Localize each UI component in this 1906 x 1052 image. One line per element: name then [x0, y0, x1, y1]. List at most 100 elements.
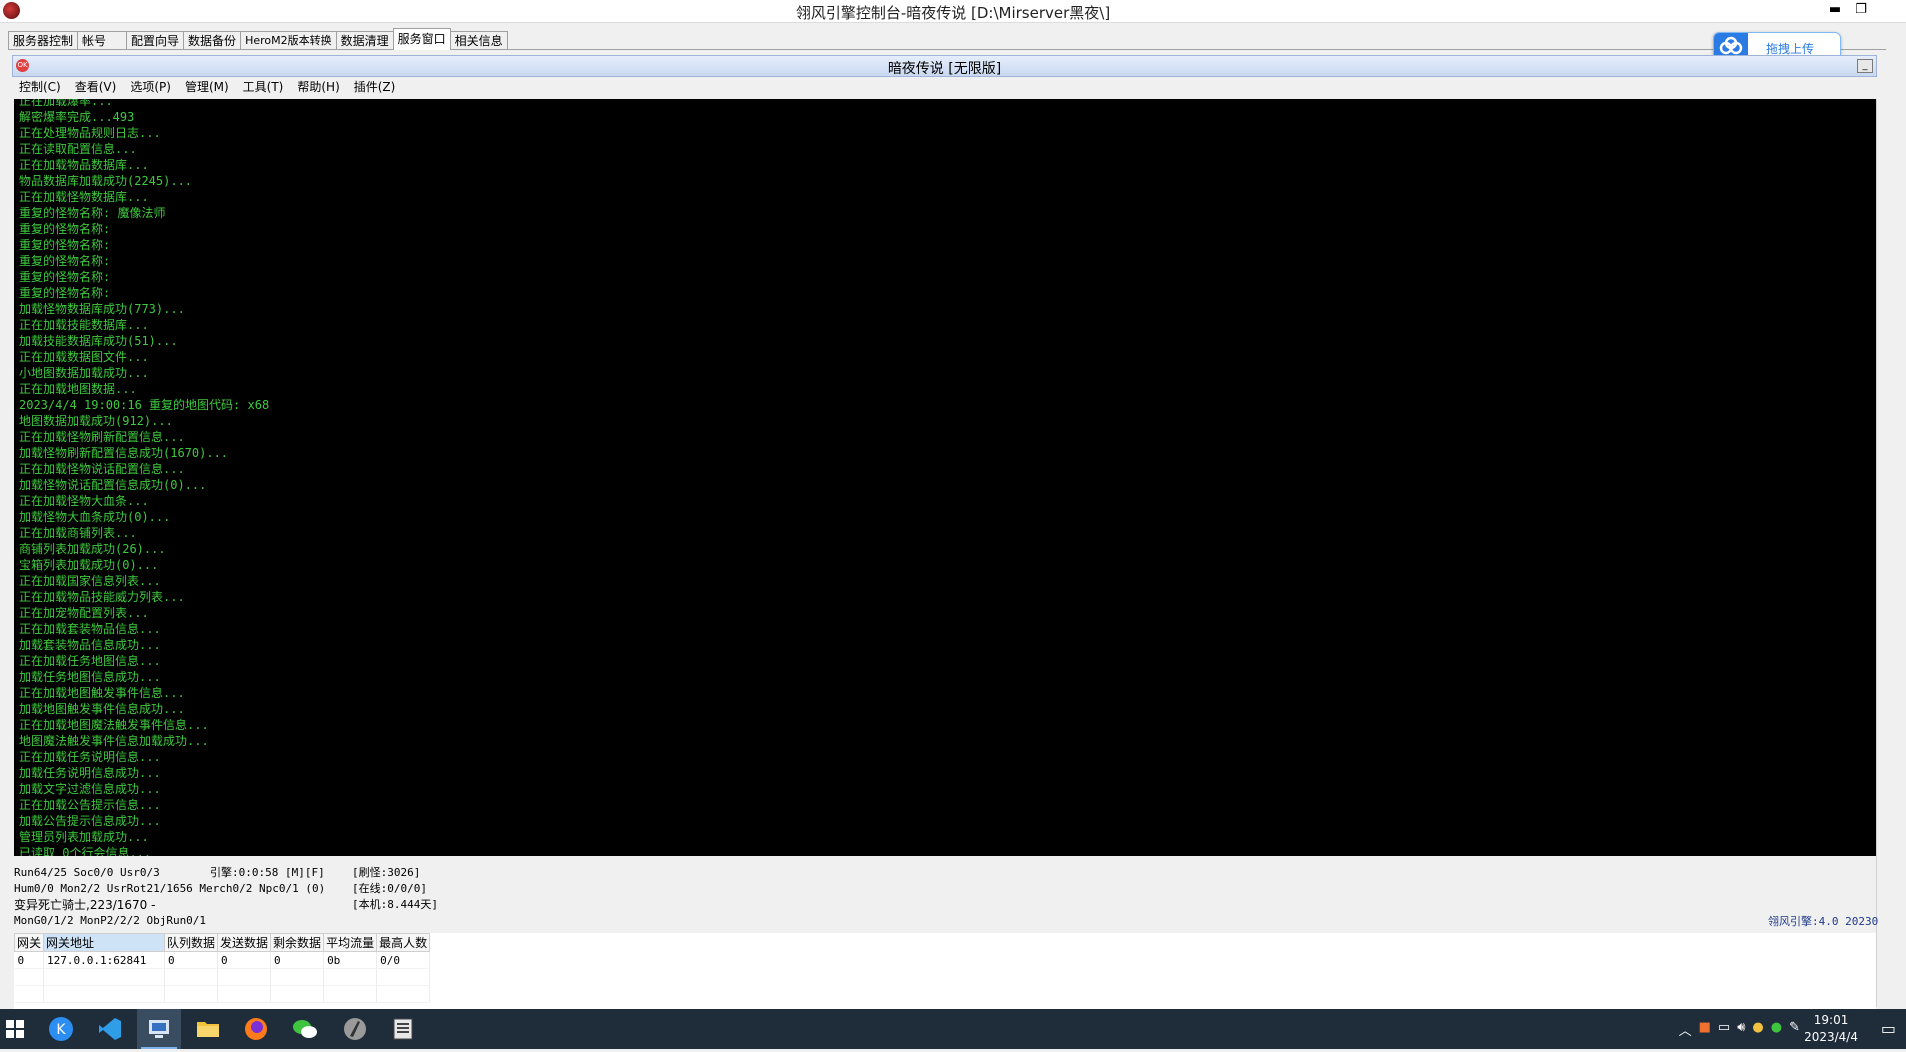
col-max-users[interactable]: 最高人数 [376, 933, 431, 952]
main-tabs: 服务器控制 帐号 配置向导 数据备份 HeroM2版本转换 数据清理 服务窗口 … [8, 28, 508, 50]
console-line: 加载怪物刷新配置信息成功(1670)... [19, 446, 229, 460]
status-mong: MonG0/1/2 MonP2/2/2 ObjRun0/1 [14, 914, 207, 927]
console-line: 正在加载爆率... [19, 99, 113, 108]
console-line: 地图数据加载成功(912)... [19, 414, 173, 428]
console-log[interactable]: 正在加载爆率... 解密爆率完成...493 正在处理物品规则日志... 正在读取配置… [14, 99, 1876, 856]
tray-app-icon[interactable]: ■ [1699, 1020, 1711, 1039]
col-avg-traffic[interactable]: 平均流量 [323, 933, 378, 952]
console-line: 正在加载国家信息列表... [19, 574, 161, 588]
console-line: 重复的怪物名称: [19, 254, 111, 268]
tray-wechat-icon[interactable]: ● [1771, 1020, 1782, 1039]
col-gateway-address[interactable]: 网关地址 [43, 933, 166, 952]
engine-console-icon[interactable] [137, 1009, 181, 1049]
status-online: [在线:0/0/0] [352, 882, 427, 895]
table-row-empty [14, 985, 431, 1003]
cell-remaining: 0 [270, 951, 325, 969]
table-row[interactable]: 0 127.0.0.1:62841 0 0 0 0b 0/0 [14, 951, 431, 969]
app-icon[interactable] [340, 1014, 370, 1044]
volume-icon[interactable]: 🔊︎ [1737, 1020, 1745, 1039]
status-engine: 引擎:0:0:58 [M][F] [210, 866, 325, 879]
notification-icon[interactable]: ▭ [1881, 1019, 1896, 1038]
console-line: 重复的怪物名称: [19, 270, 111, 284]
tab-herom2-convert[interactable]: HeroM2版本转换 [240, 31, 337, 50]
console-line: 管理员列表加载成功... [19, 830, 149, 844]
gateway-table[interactable]: 网关 网关地址 队列数据 发送数据 剩余数据 平均流量 最高人数 0 127.0… [13, 933, 431, 1003]
clock-time: 19:01 [1813, 1013, 1849, 1027]
console-line: 重复的怪物名称: [19, 238, 111, 252]
console-line: 正在加载公告提示信息... [19, 798, 161, 812]
inner-window-titlebar: OK 暗夜传说 [无限版] _ [12, 55, 1877, 77]
console-line: 正在加宠物配置列表... [19, 606, 149, 620]
console-line: 加载怪物说话配置信息成功(0)... [19, 478, 207, 492]
tab-account[interactable]: 帐号 [77, 31, 128, 50]
console-line: 正在加载物品技能威力列表... [19, 590, 185, 604]
vscode-icon[interactable] [95, 1014, 125, 1044]
tab-service-window[interactable]: 服务窗口 [392, 28, 451, 50]
window-titlebar: 翎风引擎控制台-暗夜传说 [D:\Mirserver黑夜\] ▬ ❐ [0, 0, 1906, 23]
inner-minimize-button[interactable]: _ [1857, 59, 1873, 73]
wechat-icon[interactable] [290, 1014, 320, 1044]
cell-queue: 0 [164, 951, 219, 969]
minimize-button[interactable]: ▬ [1822, 0, 1848, 20]
status-hum: Hum0/0 Mon2/2 UsrRot21/1656 Merch0/2 Npc… [14, 882, 326, 895]
firefox-icon[interactable] [241, 1014, 271, 1044]
file-explorer-icon[interactable] [193, 1014, 223, 1044]
status-uptime: [本机:8.444天] [352, 898, 438, 911]
menu-options[interactable]: 选项(P) [123, 78, 178, 96]
menu-tools[interactable]: 工具(T) [236, 78, 291, 96]
restore-button[interactable]: ❐ [1848, 0, 1874, 20]
console-line: 正在加载怪物数据库... [19, 190, 149, 204]
tab-config-wizard[interactable]: 配置向导 [126, 31, 185, 50]
console-line: 物品数据库加载成功(2245)... [19, 174, 193, 188]
console-line: 正在加载物品数据库... [19, 158, 149, 172]
system-tray: ︿ ■ ▭ 🔊︎ ● ● ✎ [1679, 1020, 1800, 1039]
col-sent-data[interactable]: 发送数据 [217, 933, 272, 952]
tab-server-control[interactable]: 服务器控制 [8, 31, 79, 50]
table-row-empty [14, 968, 431, 986]
console-line: 正在加载地图魔法触发事件信息... [19, 718, 209, 732]
taskbar-clock[interactable]: 19:01 2023/4/4 [1804, 1012, 1858, 1046]
chevron-up-icon[interactable]: ︿ [1679, 1020, 1692, 1039]
pen-icon[interactable]: ✎ [1789, 1020, 1800, 1039]
tab-data-cleanup[interactable]: 数据清理 [335, 31, 394, 50]
status-refresh: [刷怪:3026] [352, 866, 421, 879]
console-line: 加载文字过滤信息成功... [19, 782, 161, 796]
console-line: 正在加载怪物说话配置信息... [19, 462, 185, 476]
menu-manage[interactable]: 管理(M) [178, 78, 236, 96]
col-gateway[interactable]: 网关 [13, 933, 45, 952]
tabs-divider [8, 49, 1886, 50]
console-line: 加载套装物品信息成功... [19, 638, 161, 652]
menu-control[interactable]: 控制(C) [12, 78, 68, 96]
col-remaining-data[interactable]: 剩余数据 [270, 933, 325, 952]
console-line: 正在加载技能数据库... [19, 318, 149, 332]
console-line: 重复的怪物名称: 魔像法师 [19, 206, 166, 220]
console-line: 加载公告提示信息成功... [19, 814, 161, 828]
console-line: 宝箱列表加载成功(0)... [19, 558, 159, 572]
console-line: 加载怪物数据库成功(773)... [19, 302, 185, 316]
tab-related-info[interactable]: 相关信息 [449, 31, 508, 50]
menu-view[interactable]: 查看(V) [68, 78, 124, 96]
console-line: 商铺列表加载成功(26)... [19, 542, 166, 556]
clock-date: 2023/4/4 [1804, 1030, 1858, 1044]
tray-user-icon[interactable]: ● [1752, 1020, 1763, 1039]
console-line: 正在加载怪物大血条... [19, 494, 149, 508]
notepad-icon[interactable] [388, 1014, 418, 1044]
tab-data-backup[interactable]: 数据备份 [183, 31, 242, 50]
console-line: 正在加载地图数据... [19, 382, 137, 396]
menu-plugins[interactable]: 插件(Z) [347, 78, 403, 96]
menu-bar: 控制(C) 查看(V) 选项(P) 管理(M) 工具(T) 帮助(H) 插件(Z… [12, 78, 402, 96]
cell-avg: 0b [323, 951, 378, 969]
console-line: 加载任务说明信息成功... [19, 766, 161, 780]
windows-start-icon[interactable] [0, 1014, 30, 1044]
network-icon[interactable]: ▭ [1718, 1020, 1730, 1039]
console-line: 正在加载地图触发事件信息... [19, 686, 185, 700]
col-queue-data[interactable]: 队列数据 [164, 933, 219, 952]
vertical-scrollbar[interactable] [1876, 99, 1894, 1007]
menu-help[interactable]: 帮助(H) [290, 78, 346, 96]
engine-version: 翎风引擎:4.0 20230 [1768, 915, 1879, 928]
cell-sent: 0 [217, 951, 272, 969]
console-line: 正在加载任务地图信息... [19, 654, 161, 668]
kugou-icon[interactable]: K [46, 1014, 76, 1044]
console-line: 正在处理物品规则日志... [19, 126, 161, 140]
gateway-table-header: 网关 网关地址 队列数据 发送数据 剩余数据 平均流量 最高人数 [13, 933, 431, 952]
